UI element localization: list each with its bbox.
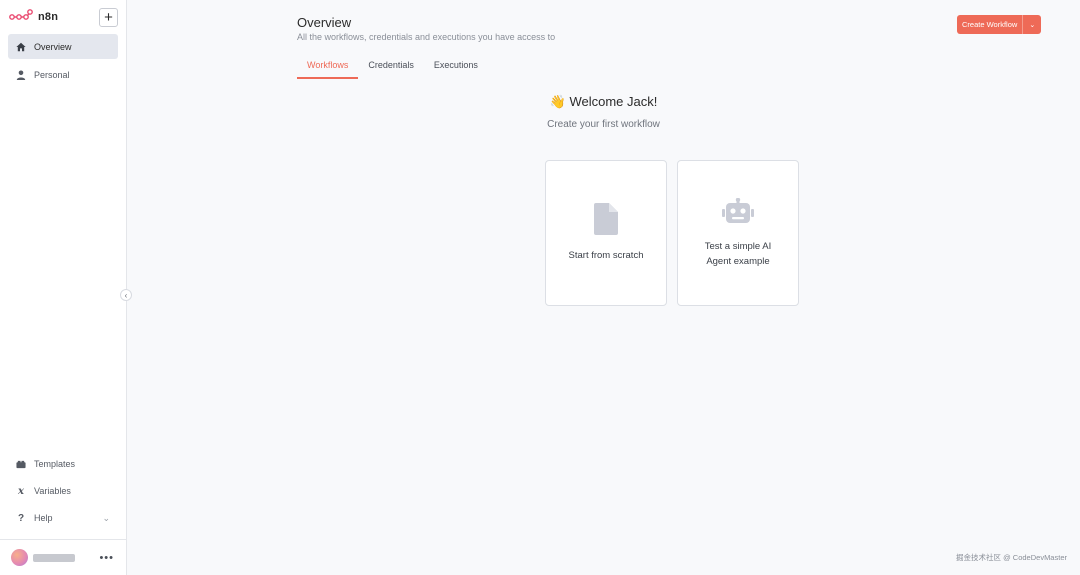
- waving-hand-icon: 👋: [549, 94, 566, 109]
- sidebar-bottom-nav: Templates x Variables ? Help ⌄: [0, 452, 126, 539]
- sidebar-item-label: Variables: [34, 486, 71, 496]
- tab-workflows[interactable]: Workflows: [297, 54, 359, 79]
- page-subtitle: All the workflows, credentials and execu…: [297, 32, 556, 42]
- sidebar-item-label: Overview: [34, 41, 72, 52]
- sidebar-item-label: Personal: [34, 69, 70, 80]
- brand-name: n8n: [38, 11, 59, 23]
- help-icon: ?: [17, 512, 25, 524]
- brand-row: n8n +: [0, 0, 126, 34]
- watermark: 掘金技术社区 @ CodeDevMaster: [956, 553, 1067, 562]
- create-workflow-button[interactable]: Create Workflow: [957, 15, 1023, 34]
- create-workflow-group: Create Workflow ⌄: [957, 15, 1042, 34]
- start-from-scratch-card[interactable]: Start from scratch: [545, 160, 667, 306]
- sidebar-item-templates[interactable]: Templates: [8, 452, 118, 476]
- user-icon: [16, 70, 26, 80]
- sidebar-item-label: Help: [34, 513, 53, 523]
- card-label: Start from scratch: [568, 250, 644, 261]
- tab-executions[interactable]: Executions: [424, 54, 488, 79]
- chevron-down-icon: ⌄: [1029, 21, 1036, 29]
- card-label: Test a simple AI Agent example: [704, 240, 772, 267]
- tabs: Workflows Credentials Executions: [297, 54, 488, 79]
- tab-credentials[interactable]: Credentials: [358, 54, 424, 79]
- new-button[interactable]: +: [99, 7, 118, 27]
- avatar[interactable]: [11, 549, 28, 566]
- welcome-title: 👋 Welcome Jack!: [127, 94, 1080, 110]
- chevron-down-icon[interactable]: ⌄: [102, 513, 110, 524]
- main-content: Overview All the workflows, credentials …: [127, 0, 1080, 575]
- welcome-section: 👋 Welcome Jack! Create your first workfl…: [127, 94, 1080, 130]
- templates-icon: [16, 459, 26, 469]
- sidebar-item-variables[interactable]: x Variables: [8, 479, 118, 503]
- starter-cards: Start from scratch Test a simple AI Agen…: [545, 160, 799, 306]
- create-workflow-dropdown[interactable]: ⌄: [1022, 15, 1042, 34]
- collapse-sidebar-button[interactable]: ‹: [120, 289, 132, 301]
- variables-icon: x: [18, 485, 24, 497]
- home-icon: [16, 42, 26, 52]
- sidebar-item-label: Templates: [34, 459, 76, 469]
- app: n8n + Overview Personal Templates x Vari…: [0, 0, 1080, 575]
- user-row: •••: [0, 539, 126, 575]
- sidebar-nav: Overview Personal: [0, 34, 126, 90]
- welcome-text: Welcome Jack!: [569, 94, 658, 109]
- page-title: Overview: [297, 15, 352, 30]
- sidebar-item-personal[interactable]: Personal: [8, 62, 118, 87]
- more-options-icon[interactable]: •••: [99, 552, 114, 564]
- file-icon: [594, 203, 618, 240]
- brand[interactable]: n8n: [9, 8, 58, 26]
- page-header: Overview All the workflows, credentials …: [297, 15, 555, 42]
- robot-icon: [722, 197, 754, 231]
- sidebar-item-overview[interactable]: Overview: [8, 34, 118, 59]
- n8n-logo-icon: [9, 8, 33, 26]
- sidebar: n8n + Overview Personal Templates x Vari…: [0, 0, 132, 575]
- user-name-redacted: [33, 553, 75, 562]
- chevron-left-icon: ‹: [124, 290, 128, 300]
- ai-agent-example-card[interactable]: Test a simple AI Agent example: [677, 160, 799, 306]
- sidebar-item-help[interactable]: ? Help ⌄: [8, 506, 118, 530]
- welcome-subtitle: Create your first workflow: [547, 119, 660, 130]
